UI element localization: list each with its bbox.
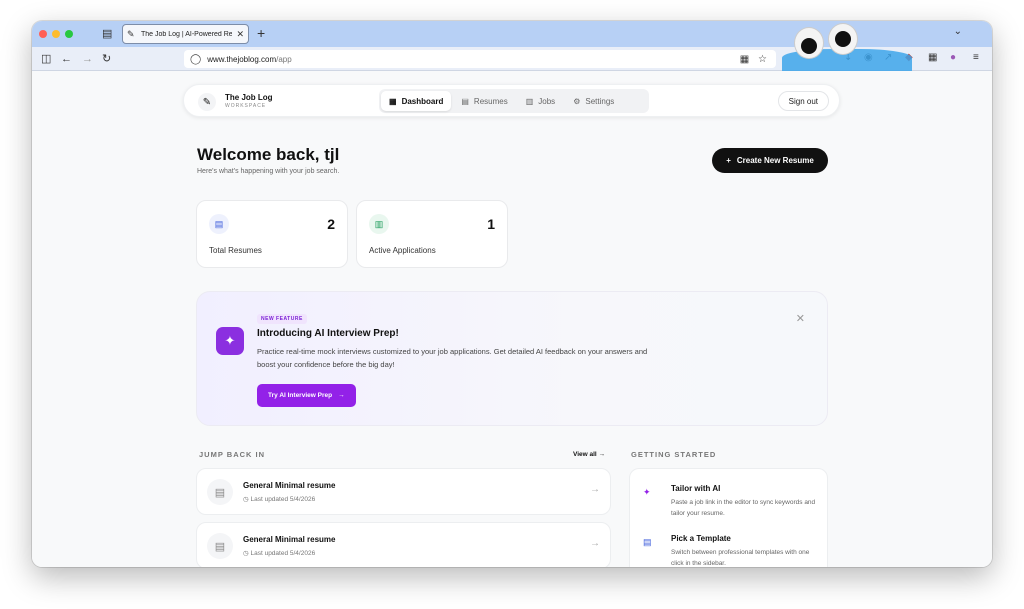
close-window-button[interactable] bbox=[39, 30, 47, 38]
resume-title: General Minimal resume bbox=[243, 481, 336, 490]
clock-icon: ◷ bbox=[243, 496, 249, 503]
jump-back-in-heading: JUMP BACK IN bbox=[199, 450, 266, 459]
sparkle-icon: ✦ bbox=[216, 327, 244, 355]
list-item[interactable]: ▤ General Minimal resume ◷ Last updated … bbox=[196, 522, 611, 567]
bookmark-star-icon[interactable]: ▦ ☆ bbox=[740, 54, 770, 65]
forward-arrow-icon[interactable]: → bbox=[82, 52, 93, 66]
mascot-overlay bbox=[782, 23, 912, 71]
arrow-right-icon: → bbox=[590, 538, 600, 549]
apps-icon[interactable]: ▦ bbox=[928, 52, 937, 63]
stat-label: Total Resumes bbox=[209, 246, 262, 255]
list-item[interactable]: ▤ General Minimal resume ◷ Last updated … bbox=[196, 468, 611, 515]
tip-description: Switch between professional templates wi… bbox=[671, 549, 810, 567]
file-icon: ▤ bbox=[207, 479, 233, 505]
menu-icon[interactable]: ≡ bbox=[973, 52, 979, 63]
tip-description: Paste a job link in the editor to sync k… bbox=[671, 499, 816, 517]
maximize-window-button[interactable] bbox=[65, 30, 73, 38]
feature-announcement-card: ✦ NEW FEATURE Introducing AI Interview P… bbox=[196, 291, 828, 426]
plus-icon: + bbox=[726, 156, 731, 165]
tip-title: Pick a Template bbox=[671, 534, 731, 543]
browser-tab[interactable]: ✎ The Job Log | AI-Powered Resu ✕ bbox=[122, 24, 249, 44]
brand-logo-icon[interactable]: ✎ bbox=[198, 93, 216, 111]
view-all-link[interactable]: View all → bbox=[573, 451, 605, 458]
getting-started-heading: GETTING STARTED bbox=[631, 450, 717, 459]
stat-value: 1 bbox=[487, 216, 495, 232]
url-text: www.thejoblog.com/app bbox=[207, 54, 292, 64]
sign-out-button[interactable]: Sign out bbox=[777, 91, 829, 111]
arrow-right-icon: → bbox=[338, 392, 345, 399]
document-icon: ▤ bbox=[461, 96, 469, 106]
arrow-right-icon: → bbox=[590, 484, 600, 495]
feature-title: Introducing AI Interview Prep! bbox=[257, 328, 399, 339]
sidebar-toggle-icon[interactable]: ◫ bbox=[41, 52, 51, 66]
gear-icon: ⚙ bbox=[573, 96, 581, 106]
feature-description: Practice real-time mock interviews custo… bbox=[257, 347, 648, 369]
tab-dashboard[interactable]: ▦ Dashboard bbox=[381, 91, 452, 111]
tab-resumes[interactable]: ▤ Resumes bbox=[453, 91, 515, 111]
app-page: ✎ The Job Log WORKSPACE ▦ Dashboard ▤ Resu… bbox=[32, 71, 992, 567]
file-icon: ▤ bbox=[207, 533, 233, 559]
resume-updated: ◷ Last updated 5/4/2026 bbox=[243, 550, 316, 557]
resume-title: General Minimal resume bbox=[243, 535, 336, 544]
brand-name[interactable]: The Job Log bbox=[225, 93, 273, 102]
address-bar[interactable]: ◯ www.thejoblog.com/app ▦ ☆ bbox=[184, 50, 776, 68]
create-new-resume-button[interactable]: + Create New Resume bbox=[712, 148, 828, 173]
minimize-window-button[interactable] bbox=[52, 30, 60, 38]
try-ai-interview-prep-button[interactable]: Try AI Interview Prep → bbox=[257, 384, 356, 407]
page-subtitle: Here's what's happening with your job se… bbox=[197, 168, 340, 175]
brand-subtitle: WORKSPACE bbox=[225, 103, 267, 109]
back-arrow-icon[interactable]: ← bbox=[61, 52, 72, 66]
briefcase-icon: ▥ bbox=[525, 96, 534, 106]
page-title: Welcome back, tjl bbox=[197, 145, 340, 164]
new-tab-button[interactable]: + bbox=[257, 25, 265, 41]
tab-overview-icon[interactable]: ▤ bbox=[102, 27, 112, 40]
briefcase-icon: ▥ bbox=[369, 214, 389, 234]
top-navigation: ✎ The Job Log WORKSPACE ▦ Dashboard ▤ Resu… bbox=[183, 84, 840, 117]
layout-icon: ▤ bbox=[643, 537, 652, 547]
clock-icon: ◷ bbox=[243, 550, 249, 557]
tab-title: The Job Log | AI-Powered Resu bbox=[141, 30, 233, 38]
shield-icon: ◯ bbox=[190, 53, 202, 65]
stat-label: Active Applications bbox=[369, 246, 436, 255]
stat-card-active-applications: ▥ 1 Active Applications bbox=[356, 200, 508, 268]
chevron-down-icon[interactable]: ⌄ bbox=[954, 26, 962, 37]
reload-icon[interactable]: ↻ bbox=[102, 52, 111, 66]
browser-window: ▤ ✎ The Job Log | AI-Powered Resu ✕ + ⌄ … bbox=[32, 21, 992, 567]
getting-started-card: ✦ Tailor with AI Paste a job link in the… bbox=[629, 468, 828, 567]
stat-card-total-resumes: ▤ 2 Total Resumes bbox=[196, 200, 348, 268]
sparkle-icon: ✦ bbox=[643, 487, 651, 497]
nav-tabs: ▦ Dashboard ▤ Resumes ▥ Jobs ⚙ Settings bbox=[379, 89, 649, 113]
new-feature-badge: NEW FEATURE bbox=[257, 314, 307, 324]
grid-icon: ▦ bbox=[389, 96, 397, 106]
tip-title: Tailor with AI bbox=[671, 484, 721, 493]
site-favicon-icon: ✎ bbox=[127, 28, 135, 39]
profile-icon[interactable]: ● bbox=[950, 52, 956, 63]
close-icon[interactable]: ✕ bbox=[796, 312, 805, 325]
tab-jobs[interactable]: ▥ Jobs bbox=[518, 91, 563, 111]
stat-value: 2 bbox=[327, 216, 335, 232]
document-icon: ▤ bbox=[209, 214, 229, 234]
resume-updated: ◷ Last updated 5/4/2026 bbox=[243, 496, 316, 503]
tab-settings[interactable]: ⚙ Settings bbox=[565, 91, 622, 111]
close-tab-icon[interactable]: ✕ bbox=[236, 29, 244, 40]
